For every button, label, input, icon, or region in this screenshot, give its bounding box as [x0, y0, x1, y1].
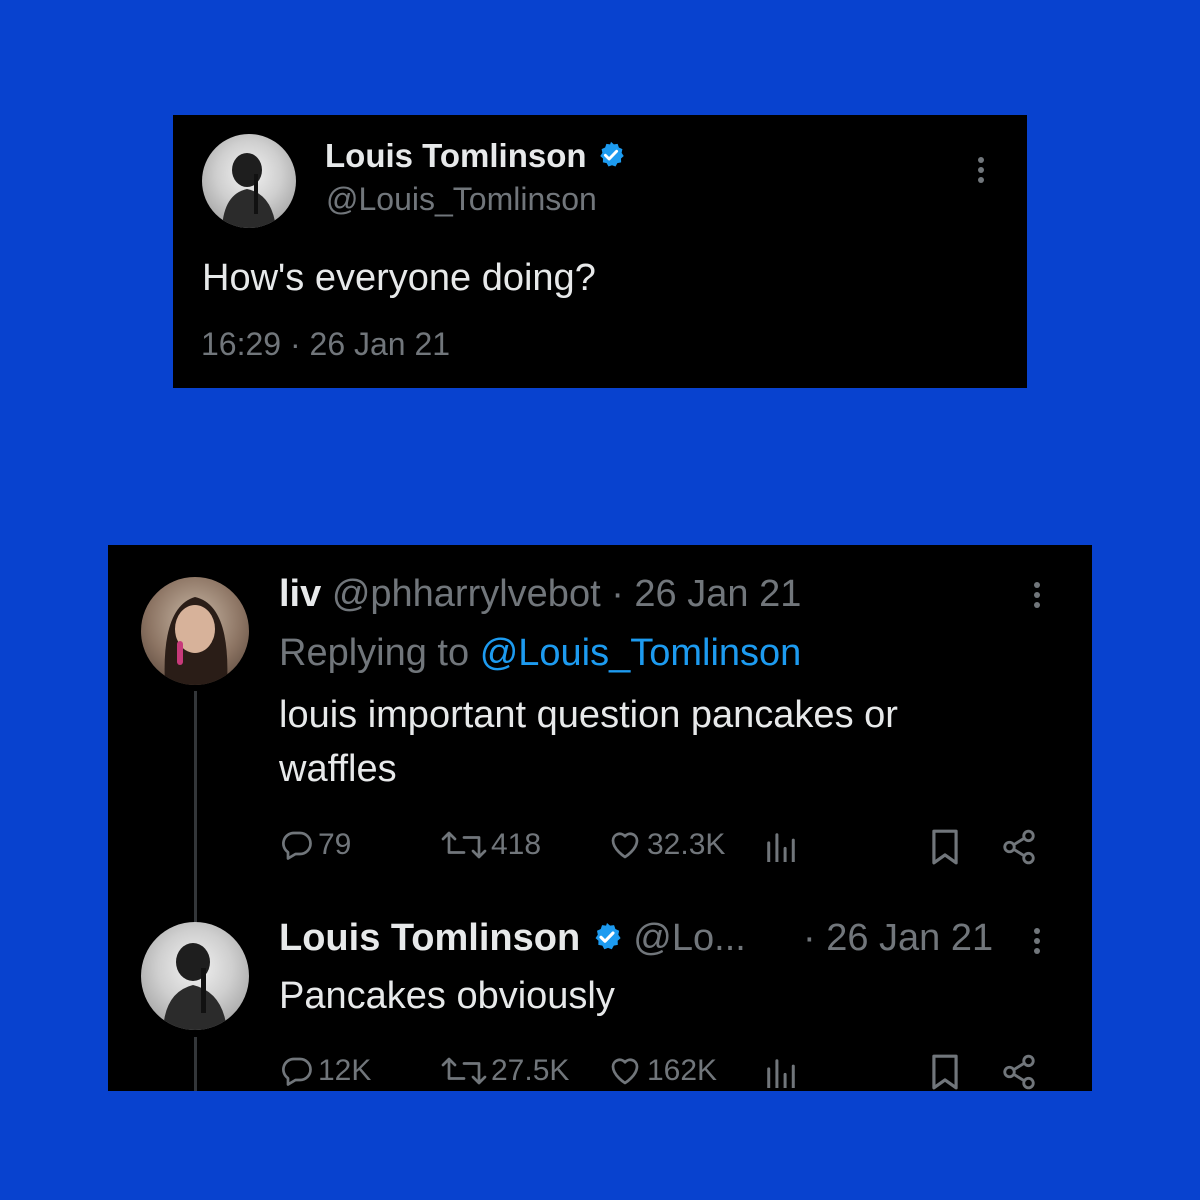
tweet-text: How's everyone doing? — [202, 257, 596, 299]
reply-count: 79 — [318, 828, 352, 861]
reply-text-line-2: waffles — [279, 748, 397, 790]
retweet-count: 27.5K — [491, 1054, 570, 1087]
more-options-icon[interactable] — [978, 157, 984, 187]
person-silhouette-icon — [222, 153, 276, 228]
bookmark-icon — [932, 829, 958, 865]
reply-author-name[interactable]: liv — [279, 573, 321, 615]
like-button[interactable]: 162K — [606, 1053, 717, 1089]
more-options-icon[interactable] — [1034, 928, 1040, 958]
author-handle[interactable]: @Louis_Tomlinson — [326, 181, 597, 218]
person-portrait-icon — [164, 597, 228, 685]
bookmark-button[interactable] — [928, 828, 962, 871]
heart-icon — [611, 832, 639, 859]
comment-icon — [282, 1057, 312, 1086]
share-button[interactable] — [1000, 828, 1038, 871]
reply-header: liv @phharrylvebot · 26 Jan 21 — [279, 573, 801, 616]
thread-connector — [194, 1037, 197, 1091]
share-icon — [1003, 1054, 1035, 1090]
comment-icon — [282, 831, 312, 860]
replying-to-label: Replying to — [279, 632, 470, 674]
reply-date[interactable]: · 26 Jan 21 — [611, 573, 801, 615]
more-options-icon[interactable] — [1034, 582, 1040, 612]
verified-badge-icon — [595, 923, 621, 950]
retweet-icon — [441, 831, 487, 859]
reply-text-line-1: louis important question pancakes or — [279, 694, 898, 736]
retweet-icon — [441, 1057, 487, 1085]
avatar[interactable] — [202, 134, 296, 228]
like-count: 162K — [647, 1054, 718, 1087]
like-button[interactable]: 32.3K — [606, 827, 725, 863]
reply-count: 12K — [318, 1054, 372, 1087]
share-icon — [1003, 829, 1035, 865]
reply-author-handle[interactable]: @phharrylvebot — [332, 573, 601, 615]
answer-author-handle[interactable]: @Lo... — [633, 917, 746, 959]
analytics-icon — [767, 1059, 795, 1090]
reply-thread-card: liv @phharrylvebot · 26 Jan 21 Replying … — [108, 545, 1092, 1091]
share-button[interactable] — [1000, 1053, 1038, 1091]
heart-icon — [611, 1058, 639, 1085]
retweet-count: 418 — [491, 828, 542, 861]
retweet-button[interactable]: 27.5K — [440, 1053, 569, 1089]
reply-avatar[interactable] — [141, 577, 249, 685]
person-silhouette-icon — [163, 943, 227, 1030]
reply-button[interactable]: 79 — [279, 827, 351, 863]
retweet-button[interactable]: 418 — [440, 827, 541, 863]
thread-connector — [194, 691, 197, 923]
author-name[interactable]: Louis Tomlinson — [325, 137, 626, 175]
replying-to-handle[interactable]: @Louis_Tomlinson — [480, 632, 802, 674]
bookmark-icon — [932, 1054, 958, 1090]
analytics-icon — [767, 833, 795, 864]
replying-to: Replying to @Louis_Tomlinson — [279, 632, 801, 675]
answer-author-name[interactable]: Louis Tomlinson — [279, 917, 580, 959]
bookmark-button[interactable] — [928, 1053, 962, 1091]
like-count: 32.3K — [647, 828, 726, 861]
analytics-button[interactable] — [764, 832, 798, 867]
original-tweet-card: Louis Tomlinson @Louis_Tomlinson How's e… — [173, 115, 1027, 388]
tweet-timestamp[interactable]: 16:29 · 26 Jan 21 — [201, 326, 450, 363]
reply-button[interactable]: 12K — [279, 1053, 371, 1089]
answer-text: Pancakes obviously — [279, 975, 615, 1017]
answer-date[interactable]: · 26 Jan 21 — [803, 917, 993, 960]
answer-header: Louis Tomlinson @Lo... — [279, 917, 746, 960]
verified-badge-icon — [599, 141, 624, 167]
answer-avatar[interactable] — [141, 922, 249, 1030]
analytics-button[interactable] — [764, 1058, 798, 1091]
